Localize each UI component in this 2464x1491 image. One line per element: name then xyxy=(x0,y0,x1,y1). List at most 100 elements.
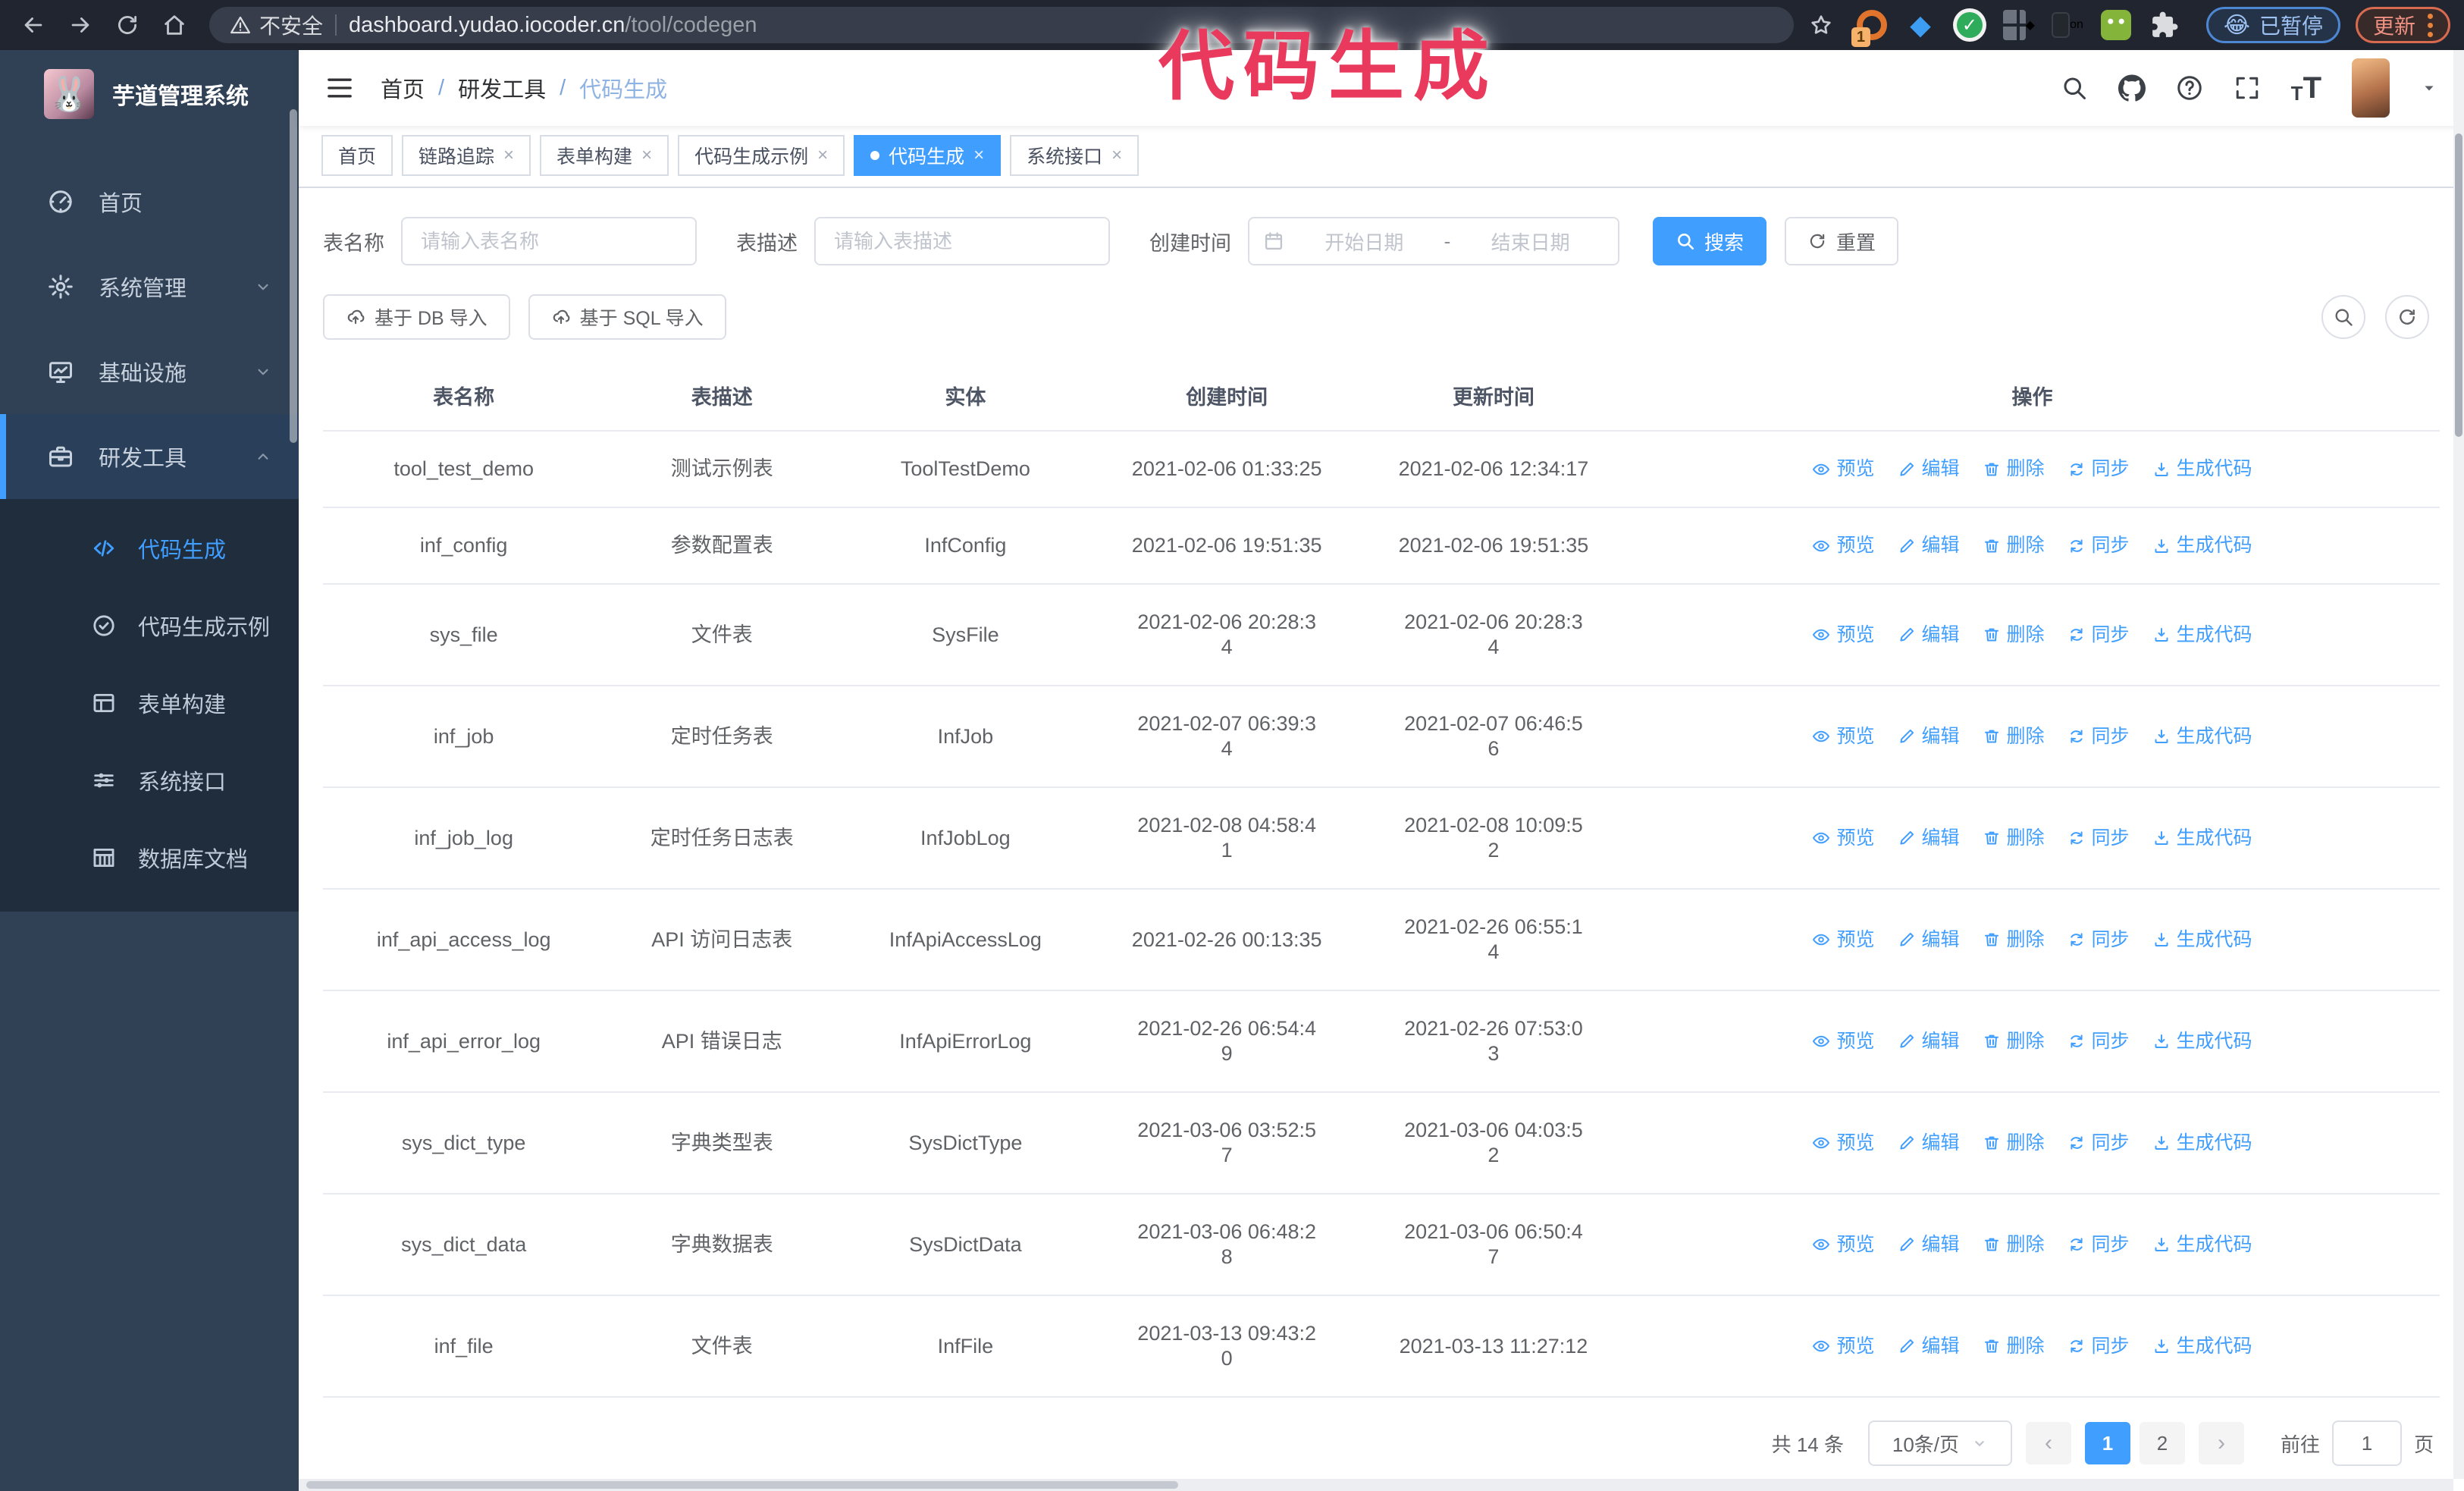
sidebar-item-system[interactable]: 系统管理 xyxy=(0,244,299,329)
op-edit-link[interactable]: 编辑 xyxy=(1898,1029,1960,1054)
op-delete-link[interactable]: 删除 xyxy=(1983,1334,2045,1359)
op-preview-link[interactable]: 预览 xyxy=(1812,1029,1875,1054)
op-delete-link[interactable]: 删除 xyxy=(1983,623,2045,648)
op-preview-link[interactable]: 预览 xyxy=(1812,623,1875,648)
page-button-2[interactable]: 2 xyxy=(2139,1422,2185,1464)
op-delete-link[interactable]: 删除 xyxy=(1983,533,2045,558)
op-sync-link[interactable]: 同步 xyxy=(2067,533,2130,558)
horizontal-scrollbar-thumb[interactable] xyxy=(306,1481,1178,1489)
op-preview-link[interactable]: 预览 xyxy=(1812,457,1875,482)
refresh-table-button[interactable] xyxy=(2385,295,2429,339)
op-delete-link[interactable]: 删除 xyxy=(1983,724,2045,749)
op-generate-link[interactable]: 生成代码 xyxy=(2152,1334,2252,1359)
extension-orange-icon[interactable]: 1 xyxy=(1851,9,1888,47)
op-generate-link[interactable]: 生成代码 xyxy=(2152,623,2252,648)
extensions-puzzle-icon[interactable] xyxy=(2149,9,2180,41)
sidebar-subitem-form-builder[interactable]: 表单构建 xyxy=(0,664,299,742)
op-delete-link[interactable]: 删除 xyxy=(1983,457,2045,482)
next-page-button[interactable]: › xyxy=(2198,1422,2244,1464)
goto-page-input[interactable] xyxy=(2331,1420,2402,1466)
op-generate-link[interactable]: 生成代码 xyxy=(2152,1029,2252,1054)
home-icon[interactable] xyxy=(155,5,194,45)
op-edit-link[interactable]: 编辑 xyxy=(1898,623,1960,648)
reload-icon[interactable] xyxy=(108,5,147,45)
op-generate-link[interactable]: 生成代码 xyxy=(2152,1131,2252,1156)
op-sync-link[interactable]: 同步 xyxy=(2067,457,2130,482)
close-icon[interactable]: × xyxy=(817,146,828,165)
op-delete-link[interactable]: 删除 xyxy=(1983,928,2045,953)
app-logo[interactable]: 🐰 芋道管理系统 xyxy=(0,50,299,138)
tab-item-5[interactable]: 系统接口 × xyxy=(1010,135,1140,176)
import-db-button[interactable]: 基于 DB 导入 xyxy=(323,294,510,340)
op-sync-link[interactable]: 同步 xyxy=(2067,1232,2130,1257)
op-delete-link[interactable]: 删除 xyxy=(1983,1029,2045,1054)
breadcrumb-item[interactable]: 研发工具 xyxy=(458,72,546,104)
op-preview-link[interactable]: 预览 xyxy=(1812,1232,1875,1257)
op-preview-link[interactable]: 预览 xyxy=(1812,724,1875,749)
op-sync-link[interactable]: 同步 xyxy=(2067,826,2130,851)
op-delete-link[interactable]: 删除 xyxy=(1983,826,2045,851)
extension-on-icon[interactable]: on xyxy=(2051,9,2083,41)
sidebar-subitem-system-api[interactable]: 系统接口 xyxy=(0,742,299,819)
op-preview-link[interactable]: 预览 xyxy=(1812,928,1875,953)
browser-update-chip[interactable]: 更新 xyxy=(2355,7,2450,43)
vertical-scrollbar-thumb[interactable] xyxy=(2455,133,2462,437)
op-sync-link[interactable]: 同步 xyxy=(2067,1029,2130,1054)
op-delete-link[interactable]: 删除 xyxy=(1983,1232,2045,1257)
page-size-select[interactable]: 10条/页 xyxy=(1867,1420,2012,1466)
toggle-search-button[interactable] xyxy=(2321,295,2365,339)
extension-check-icon[interactable]: ✓ xyxy=(1952,8,1986,42)
op-generate-link[interactable]: 生成代码 xyxy=(2152,1232,2252,1257)
op-sync-link[interactable]: 同步 xyxy=(2067,1334,2130,1359)
op-edit-link[interactable]: 编辑 xyxy=(1898,533,1960,558)
sidebar-subitem-codegen[interactable]: 代码生成 xyxy=(0,510,299,587)
sidebar-item-infra[interactable]: 基础设施 xyxy=(0,329,299,414)
sidebar-item-home[interactable]: 首页 xyxy=(0,159,299,244)
reset-button[interactable]: 重置 xyxy=(1785,217,1899,265)
op-delete-link[interactable]: 删除 xyxy=(1983,1131,2045,1156)
horizontal-scrollbar[interactable] xyxy=(299,1479,2453,1491)
op-sync-link[interactable]: 同步 xyxy=(2067,928,2130,953)
bookmark-star-icon[interactable] xyxy=(1809,13,1833,37)
op-generate-link[interactable]: 生成代码 xyxy=(2152,724,2252,749)
op-preview-link[interactable]: 预览 xyxy=(1812,1334,1875,1359)
sidebar-subitem-db-doc[interactable]: 数据库文档 xyxy=(0,819,299,896)
sidebar-scrollbar[interactable] xyxy=(290,109,297,443)
close-icon[interactable]: × xyxy=(641,146,652,165)
chevron-down-icon[interactable] xyxy=(2420,79,2438,97)
search-icon[interactable] xyxy=(2061,74,2088,102)
back-icon[interactable] xyxy=(14,5,53,45)
tab-item-2[interactable]: 表单构建 × xyxy=(540,135,669,176)
not-secure-warning[interactable]: 不安全 xyxy=(229,10,323,40)
close-icon[interactable]: × xyxy=(503,146,514,165)
op-sync-link[interactable]: 同步 xyxy=(2067,1131,2130,1156)
sidebar-item-devtools[interactable]: 研发工具 xyxy=(0,414,299,499)
font-size-icon[interactable]: TT xyxy=(2291,73,2321,103)
table-desc-input[interactable] xyxy=(814,217,1110,265)
tab-item-1[interactable]: 链路追踪 × xyxy=(402,135,531,176)
hamburger-icon[interactable] xyxy=(324,73,355,103)
address-bar[interactable]: 不安全 dashboard.yudao.iocoder.cn/tool/code… xyxy=(209,7,1794,43)
op-sync-link[interactable]: 同步 xyxy=(2067,724,2130,749)
profile-paused-chip[interactable]: 😂 已暂停 xyxy=(2205,7,2340,43)
page-button-1[interactable]: 1 xyxy=(2084,1422,2130,1464)
browser-menu-kebab-icon[interactable] xyxy=(2428,13,2433,37)
op-preview-link[interactable]: 预览 xyxy=(1812,1131,1875,1156)
fullscreen-icon[interactable] xyxy=(2234,74,2261,102)
op-sync-link[interactable]: 同步 xyxy=(2067,623,2130,648)
op-preview-link[interactable]: 预览 xyxy=(1812,533,1875,558)
search-button[interactable]: 搜索 xyxy=(1653,217,1767,265)
help-icon[interactable] xyxy=(2176,74,2203,102)
sidebar-subitem-codegen-example[interactable]: 代码生成示例 xyxy=(0,587,299,664)
tab-item-4[interactable]: 代码生成 × xyxy=(854,135,1002,176)
op-generate-link[interactable]: 生成代码 xyxy=(2152,826,2252,851)
tab-item-0[interactable]: 首页 xyxy=(321,135,393,176)
close-icon[interactable]: × xyxy=(1111,146,1122,165)
op-edit-link[interactable]: 编辑 xyxy=(1898,1334,1960,1359)
op-edit-link[interactable]: 编辑 xyxy=(1898,457,1960,482)
github-icon[interactable] xyxy=(2118,74,2146,102)
op-edit-link[interactable]: 编辑 xyxy=(1898,928,1960,953)
op-preview-link[interactable]: 预览 xyxy=(1812,826,1875,851)
extension-gem-icon[interactable]: ◆ xyxy=(1904,9,1936,41)
op-edit-link[interactable]: 编辑 xyxy=(1898,1131,1960,1156)
